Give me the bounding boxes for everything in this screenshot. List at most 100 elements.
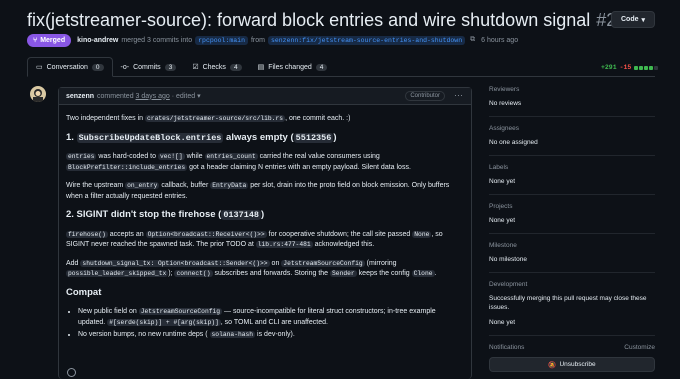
inline-code: connect() — [174, 270, 213, 277]
inline-code: BlockPrefilter::include_entries — [66, 163, 188, 171]
add-reaction-icon[interactable] — [67, 368, 76, 377]
list-item: New public field on JetstreamSourceConfi… — [78, 307, 464, 328]
inline-code: entries — [66, 153, 97, 160]
commit-icon: -o- — [120, 63, 130, 71]
heading-2: 2. SIGINT didn't stop the firehose (0137… — [66, 209, 464, 221]
avatar[interactable] — [30, 86, 46, 102]
code-button-label: Code — [620, 16, 639, 23]
diffstat-bar — [639, 65, 644, 70]
milestone-title[interactable]: Milestone — [489, 242, 655, 249]
projects-title[interactable]: Projects — [489, 203, 655, 210]
file-diff-icon: ▤ — [257, 64, 265, 71]
tab-commits[interactable]: -o- Commits 3 — [113, 57, 185, 77]
projects-section: Projects None yet — [489, 203, 655, 234]
paragraph-1: entries was hard-coded to vec![] while e… — [66, 152, 464, 173]
reviewers-title[interactable]: Reviewers — [489, 86, 655, 93]
commit-link[interactable]: 0137148 — [221, 210, 262, 220]
tab-checks[interactable]: ☑ Checks 4 — [184, 57, 249, 77]
assignees-title[interactable]: Assignees — [489, 125, 655, 132]
text: No version bumps, no new runtime deps ( — [78, 331, 208, 338]
labels-value: None yet — [489, 178, 516, 185]
tab-count: 0 — [91, 63, 104, 71]
assignees-value: No one assigned — [489, 139, 538, 146]
notifications-header: Notifications Customize — [489, 344, 655, 351]
text: while — [186, 153, 203, 160]
code-button[interactable]: Code ▾ — [611, 11, 655, 28]
customize-link[interactable]: Customize — [624, 344, 655, 351]
inline-code: Option<broadcast::Receiver<()>> — [145, 230, 267, 238]
notifications-section: Notifications Customize 🔕 Unsubscribe — [489, 344, 655, 372]
checklist-icon: ☑ — [192, 64, 199, 71]
paragraph-2: Wire the upstream on_entry callback, buf… — [66, 181, 464, 202]
pr-meta: ⑂ Merged kino-andrew merged 3 commits in… — [27, 33, 518, 47]
inline-code: EntryData — [210, 182, 249, 189]
text: 1. — [66, 131, 74, 143]
development-text: Successfully merging this pull request m… — [489, 295, 647, 311]
head-branch[interactable]: senzenn:fix/jetstream-source-entries-and… — [267, 35, 466, 45]
development-title[interactable]: Development — [489, 281, 655, 288]
text: got a header claiming N entries with an … — [189, 163, 411, 171]
unsubscribe-label: Unsubscribe — [559, 361, 596, 368]
labels-title[interactable]: Labels — [489, 164, 655, 171]
pr-title-row: fix(jetstreamer-source): forward block e… — [27, 8, 657, 32]
comment-header: senzenn commented 3 days ago · edited ▾ … — [59, 88, 471, 105]
diffstat-bar — [649, 65, 654, 70]
pr-tabs: ▭ Conversation 0 -o- Commits 3 ☑ Checks … — [27, 57, 655, 77]
pr-author-link[interactable]: kino-andrew — [77, 37, 118, 44]
inline-code: entries_count — [204, 153, 258, 160]
paragraph-3: firehose() accepts an Option<broadcast::… — [66, 230, 464, 251]
inline-code: vec![] — [157, 153, 185, 160]
reviewers-section: Reviewers No reviews — [489, 86, 655, 117]
copy-icon[interactable]: ⧉ — [470, 36, 475, 44]
inline-code: None — [412, 230, 432, 238]
text: Two independent fixes in — [66, 115, 144, 122]
merged-badge: ⑂ Merged — [27, 33, 72, 47]
inline-code: SubscribeUpdateBlock.entries — [76, 132, 224, 143]
text: , one commit each. :) — [285, 115, 351, 122]
inline-code: JetstreamSourceConfig — [138, 308, 223, 315]
edited-dropdown[interactable]: edited — [176, 93, 195, 100]
tab-files-changed[interactable]: ▤ Files changed 4 — [250, 57, 336, 77]
commit-link[interactable]: 5512356 — [293, 132, 334, 143]
comment-action: commented — [97, 92, 134, 100]
additions-count: +291 — [601, 64, 617, 71]
text: (mirroring — [366, 259, 397, 267]
text: callback, buffer — [161, 182, 209, 189]
labels-section: Labels None yet — [489, 164, 655, 195]
text: always empty ( — [226, 131, 294, 143]
chevron-down-icon: ▾ — [641, 16, 645, 24]
unsubscribe-button[interactable]: 🔕 Unsubscribe — [489, 357, 655, 372]
bell-slash-icon: 🔕 — [548, 361, 557, 369]
tab-conversation[interactable]: ▭ Conversation 0 — [27, 57, 113, 77]
diffstat-bar — [644, 65, 649, 70]
base-branch[interactable]: rpcpool:main — [195, 35, 248, 45]
diffstat-bars — [634, 65, 659, 70]
diffstat-bar — [634, 65, 639, 70]
inline-code: shutdown_signal_tx: Option<broadcast::Se… — [80, 259, 270, 267]
tab-count: 3 — [164, 63, 177, 71]
comment-author[interactable]: senzenn — [66, 93, 94, 100]
comment-body: Two independent fixes in crates/jetstrea… — [59, 105, 471, 341]
tab-label: Commits — [133, 63, 161, 71]
comment-time[interactable]: 3 days ago — [136, 93, 170, 100]
merged-badge-label: Merged — [40, 36, 66, 44]
milestone-value: No milestone — [489, 256, 527, 263]
merged-text: merged 3 commits into — [121, 36, 193, 44]
text: ) — [333, 131, 337, 143]
from-text: from — [250, 36, 265, 44]
diffstat: +291 -15 — [601, 64, 659, 71]
text: was hard-coded to — [98, 153, 156, 160]
deletions-count: -15 — [619, 64, 632, 71]
text: is dev-only). — [257, 331, 295, 338]
tab-count: 4 — [315, 63, 328, 71]
tab-label: Conversation — [46, 63, 88, 71]
development-value: None yet — [489, 319, 516, 326]
tab-label: Checks — [202, 63, 226, 71]
comment-icon: ▭ — [36, 64, 43, 71]
inline-code: lib.rs:477-481 — [255, 241, 313, 248]
text: keeps the config — [358, 270, 410, 277]
kebab-menu-icon[interactable]: ··· — [454, 91, 463, 100]
development-section: Development Successfully merging this pu… — [489, 281, 655, 336]
projects-value: None yet — [489, 217, 516, 224]
inline-code: Sender — [330, 270, 357, 277]
